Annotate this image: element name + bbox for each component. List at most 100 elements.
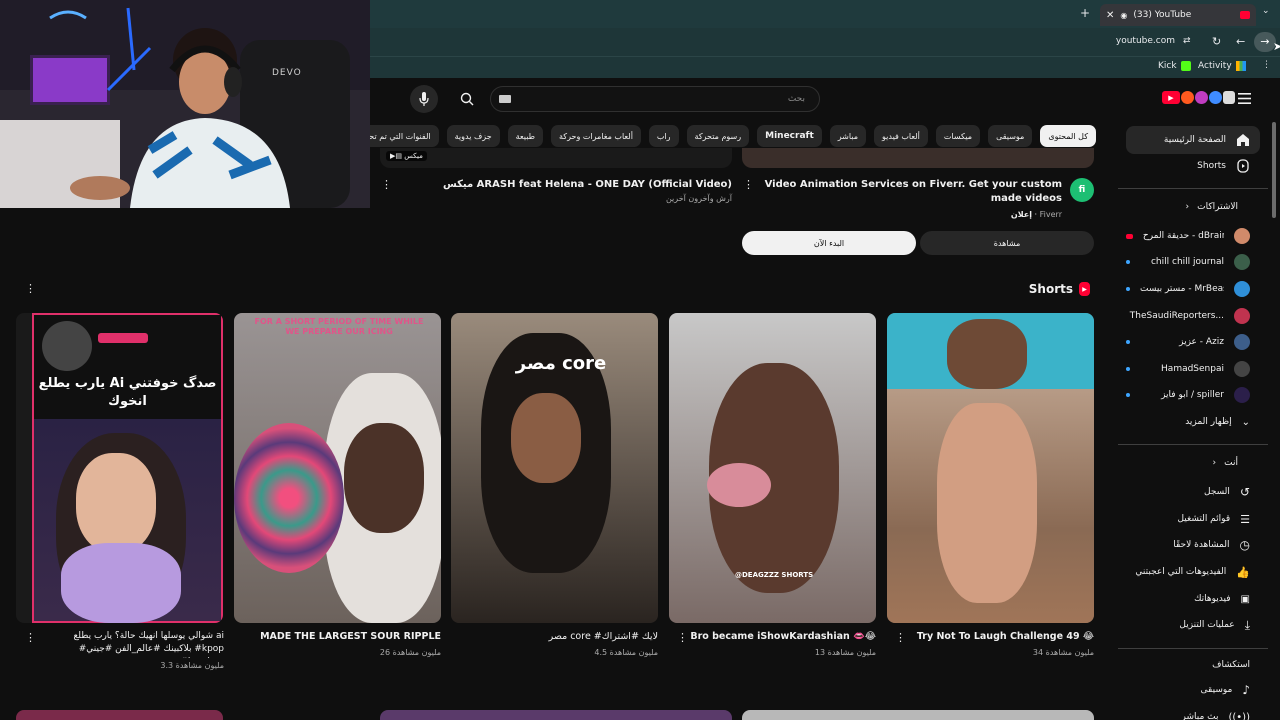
close-tab-icon[interactable]: ✕ bbox=[1106, 10, 1114, 21]
chip[interactable]: رسوم متحركة bbox=[686, 125, 750, 147]
short-thumbnail[interactable]: @DEAGZZZ SHORTS bbox=[669, 313, 876, 623]
sidebar-show-more[interactable]: إظهار المزيد ⌄ bbox=[1126, 408, 1260, 436]
mic-button[interactable] bbox=[410, 85, 438, 113]
new-tab-icon[interactable]: + bbox=[1080, 6, 1090, 20]
search-placeholder: بحث bbox=[787, 94, 805, 104]
short-thumbnail[interactable] bbox=[887, 313, 1094, 623]
chip[interactable]: ألعاب فيديو bbox=[874, 125, 928, 147]
subscriptions-heading[interactable]: › الاشتراكات bbox=[1186, 202, 1238, 212]
ad-meta: إعلان · Fiverr bbox=[1010, 210, 1062, 219]
short-watermark: @DEAGZZZ SHORTS bbox=[735, 571, 814, 579]
reload-icon[interactable]: ↻ bbox=[1212, 35, 1221, 48]
browser-tab-youtube[interactable]: ✕ ◉ (33) YouTube bbox=[1100, 4, 1256, 26]
sidebar-item-subscription[interactable]: عزيز - Aziz bbox=[1126, 328, 1260, 356]
short-face-image bbox=[511, 393, 581, 483]
chip[interactable]: ميكسات bbox=[935, 125, 981, 147]
sidebar-item-label: السجل bbox=[1204, 487, 1230, 497]
sidebar-item-music[interactable]: موسيقى ♪ bbox=[1126, 676, 1260, 704]
more-options-icon[interactable]: ⋮ bbox=[743, 178, 754, 191]
search-button[interactable] bbox=[454, 86, 480, 112]
bookmark-kick[interactable]: Kick bbox=[1158, 61, 1191, 71]
short-person-image bbox=[947, 319, 1027, 389]
short-thumbnail[interactable]: FOR A SHORT PERIOD OF TIME WHILE WE PREP… bbox=[234, 313, 441, 623]
bookmark-activity[interactable]: Activity bbox=[1198, 61, 1246, 71]
sidebar-item-subscription[interactable]: chill chill journal bbox=[1126, 248, 1260, 276]
more-options-icon[interactable]: ⋮ bbox=[381, 178, 392, 191]
new-content-dot bbox=[1126, 393, 1130, 397]
search-input[interactable]: بحث bbox=[490, 86, 820, 112]
sidebar-item-label: ابو فايز / spiller bbox=[1161, 390, 1224, 400]
chip[interactable]: راب bbox=[648, 125, 679, 147]
short-face-image bbox=[344, 423, 424, 533]
short-title[interactable]: Try Not To Laugh Challenge 49 😂 bbox=[910, 630, 1094, 644]
shelf-more-icon[interactable]: ⋮ bbox=[25, 282, 36, 295]
sidebar-item-subscription[interactable]: TheSaudiReporters... bbox=[1126, 302, 1260, 330]
back-icon[interactable]: ← bbox=[1236, 35, 1245, 48]
ad-thumbnail[interactable] bbox=[742, 148, 1094, 168]
sidebar-item-subscription[interactable]: مستر بيست - MrBeast bbox=[1126, 275, 1260, 303]
more-options-icon[interactable]: ⋮ bbox=[25, 631, 36, 644]
fiverr-avatar[interactable]: fi bbox=[1070, 178, 1094, 202]
chevron-down-icon[interactable]: ⌄ bbox=[1262, 6, 1270, 16]
sidebar-item-watch-later[interactable]: المشاهدة لاحقًا ◷ bbox=[1126, 531, 1260, 559]
mix-thumbnail[interactable]: ▶▤ ميكس bbox=[380, 148, 732, 168]
chip[interactable]: ألعاب مغامرات وحركة bbox=[550, 125, 641, 147]
sidebar-item-subscription[interactable]: حديقة المرح - dBrain... bbox=[1126, 222, 1260, 250]
short-title[interactable]: مصر core #لايك #اشتراك bbox=[472, 630, 658, 644]
keyboard-icon[interactable] bbox=[499, 95, 511, 103]
doodle-icon bbox=[1223, 91, 1235, 104]
explore-heading: استكشاف bbox=[1212, 660, 1250, 670]
next-video-thumbnail[interactable] bbox=[380, 710, 732, 720]
chip[interactable]: طبيعة bbox=[507, 125, 543, 147]
new-content-dot bbox=[1126, 340, 1130, 344]
sidebar-item-liked[interactable]: الفيديوهات التي أعجبتني 👍 bbox=[1126, 558, 1260, 586]
sidebar-divider bbox=[1118, 444, 1268, 445]
sidebar-item-label: المشاهدة لاحقًا bbox=[1173, 540, 1230, 550]
chip[interactable]: مباشر bbox=[829, 125, 867, 147]
chip-selected[interactable]: كل المحتوى bbox=[1040, 125, 1096, 147]
menu-button[interactable] bbox=[1238, 93, 1251, 104]
url-text[interactable]: youtube.com bbox=[1110, 36, 1175, 46]
bookmark-label: Kick bbox=[1158, 61, 1177, 71]
sidebar-scrollbar[interactable] bbox=[1272, 122, 1276, 218]
more-options-icon[interactable]: ⋮ bbox=[895, 631, 906, 644]
chip[interactable]: Minecraft bbox=[757, 125, 822, 147]
short-thumbnail[interactable]: يارب يطلع Ai صدگ خوفتني انخوك bbox=[16, 313, 223, 623]
short-title[interactable]: Bro became iShowKardashian 👄😂 bbox=[690, 630, 876, 644]
new-content-dot bbox=[1126, 367, 1130, 371]
watch-button[interactable]: مشاهدة bbox=[920, 231, 1094, 255]
youtube-logo[interactable]: ▶ bbox=[1162, 91, 1235, 104]
short-title[interactable]: شوالي يوسلها انهيك حالة؟ يارب يطلع ai #ب… bbox=[40, 630, 224, 658]
chip[interactable]: جزف يدوية bbox=[446, 125, 500, 147]
sidebar-item-shorts[interactable]: Shorts bbox=[1126, 152, 1260, 180]
sidebar-item-subscription[interactable]: HamadSenpai bbox=[1126, 355, 1260, 383]
audio-icon: ◉ bbox=[1120, 10, 1128, 20]
sidebar-item-history[interactable]: السجل ↺ bbox=[1126, 478, 1260, 506]
next-video-thumbnail[interactable] bbox=[16, 710, 223, 720]
start-now-button[interactable]: البدء الآن bbox=[742, 231, 916, 255]
sidebar-item-playlists[interactable]: قوائم التشغيل ☰ bbox=[1126, 505, 1260, 533]
sidebar: الصفحة الرئيسية Shorts › الاشتراكات حديق… bbox=[1118, 118, 1268, 720]
ad-title[interactable]: Video Animation Services on Fiverr. Get … bbox=[760, 178, 1062, 206]
doodle-icon bbox=[1195, 91, 1208, 104]
more-bookmarks-icon[interactable]: ⋮ bbox=[1262, 60, 1271, 70]
channel-avatar bbox=[1234, 228, 1250, 244]
chip[interactable]: موسيقى bbox=[988, 125, 1033, 147]
short-title[interactable]: MADE THE LARGEST SOUR RIPPLE !! bbox=[255, 630, 441, 644]
sidebar-item-subscription[interactable]: ابو فايز / spiller bbox=[1126, 381, 1260, 409]
short-views: 26 مليون مشاهدة bbox=[379, 648, 441, 657]
next-video-thumbnail[interactable] bbox=[742, 710, 1094, 720]
short-views: 3.3 مليون مشاهدة bbox=[160, 661, 224, 670]
sidebar-item-your-videos[interactable]: فيديوهاتك ▣ bbox=[1126, 585, 1260, 613]
more-options-icon[interactable]: ⋮ bbox=[677, 631, 688, 644]
sidebar-item-label: TheSaudiReporters... bbox=[1129, 311, 1224, 321]
short-thumbnail[interactable]: مصر core bbox=[451, 313, 658, 623]
site-settings-icon[interactable]: ⇄ bbox=[1183, 36, 1191, 46]
sidebar-item-downloads[interactable]: عمليات التنزيل ⤓ bbox=[1126, 611, 1260, 639]
chair-brand-text: DEVO bbox=[272, 68, 302, 78]
search-icon bbox=[460, 92, 474, 106]
sidebar-item-live[interactable]: بث مباشر ((•)) bbox=[1126, 703, 1260, 720]
mix-title[interactable]: ميكس ARASH feat Helena - ONE DAY (Offici… bbox=[395, 178, 732, 192]
sidebar-item-home[interactable]: الصفحة الرئيسية bbox=[1126, 126, 1260, 154]
you-heading[interactable]: › أنت bbox=[1213, 458, 1238, 468]
